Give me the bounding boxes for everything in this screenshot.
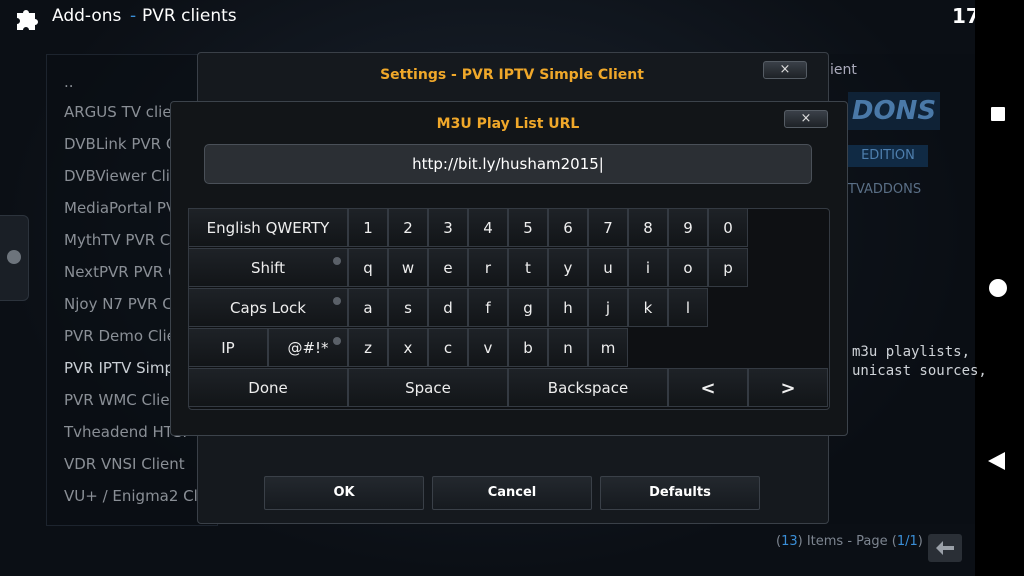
key[interactable]: h: [548, 288, 588, 327]
cursor-left-key[interactable]: <: [668, 368, 748, 407]
caps-lock-label: Caps Lock: [230, 299, 306, 317]
key[interactable]: 7: [588, 208, 628, 247]
toggle-indicator-icon: [333, 337, 341, 345]
key[interactable]: 2: [388, 208, 428, 247]
key[interactable]: o: [668, 248, 708, 287]
count-value: 13: [781, 534, 798, 549]
page-title: Add-ons: [52, 6, 122, 26]
list-item[interactable]: VDR VNSI Client: [64, 455, 204, 473]
key[interactable]: x: [388, 328, 428, 367]
defaults-button[interactable]: Defaults: [600, 476, 760, 510]
key[interactable]: a: [348, 288, 388, 327]
done-key[interactable]: Done: [188, 368, 348, 407]
info-title: ient: [830, 62, 857, 78]
key[interactable]: 3: [428, 208, 468, 247]
count-suffix: ): [917, 534, 923, 549]
addon-logo: DONS: [848, 92, 940, 130]
arrow-left-icon: [936, 541, 954, 555]
breadcrumb-separator: -: [130, 6, 137, 26]
edition-badge: EDITION: [848, 145, 928, 167]
layout-key[interactable]: English QWERTY: [188, 208, 348, 247]
item-count: (13) Items - Page (1/1): [776, 534, 923, 549]
key[interactable]: e: [428, 248, 468, 287]
settings-close-button[interactable]: ×: [763, 61, 807, 79]
tvaddons-label: TVADDONS: [848, 182, 922, 197]
key[interactable]: t: [508, 248, 548, 287]
key[interactable]: 0: [708, 208, 748, 247]
toggle-indicator-icon: [333, 257, 341, 265]
key[interactable]: z: [348, 328, 388, 367]
list-item-parent[interactable]: ..: [64, 73, 204, 91]
key[interactable]: j: [588, 288, 628, 327]
home-icon[interactable]: [989, 279, 1007, 297]
key[interactable]: n: [548, 328, 588, 367]
shift-key[interactable]: Shift: [188, 248, 348, 287]
list-item[interactable]: VU+ / Enigma2 Client: [64, 487, 204, 505]
toggle-indicator-icon: [333, 297, 341, 305]
cancel-button[interactable]: Cancel: [432, 476, 592, 510]
key[interactable]: 9: [668, 208, 708, 247]
recent-apps-icon[interactable]: [991, 107, 1005, 121]
key[interactable]: r: [468, 248, 508, 287]
symbols-label: @#!*: [287, 339, 329, 357]
settings-title: Settings - PVR IPTV Simple Client: [380, 67, 644, 83]
key[interactable]: b: [508, 328, 548, 367]
key[interactable]: i: [628, 248, 668, 287]
key[interactable]: d: [428, 288, 468, 327]
cursor-right-key[interactable]: >: [748, 368, 828, 407]
breadcrumb-section: PVR clients: [142, 6, 237, 26]
key[interactable]: w: [388, 248, 428, 287]
key[interactable]: q: [348, 248, 388, 287]
key[interactable]: 4: [468, 208, 508, 247]
chevron-right-icon: [7, 250, 21, 264]
backspace-key[interactable]: Backspace: [508, 368, 668, 407]
key[interactable]: 5: [508, 208, 548, 247]
keyboard-close-button[interactable]: ×: [784, 110, 828, 128]
key[interactable]: k: [628, 288, 668, 327]
addon-description: m3u playlists, unicast sources,: [852, 343, 987, 381]
key[interactable]: 8: [628, 208, 668, 247]
caps-lock-key[interactable]: Caps Lock: [188, 288, 348, 327]
key[interactable]: v: [468, 328, 508, 367]
count-label: ) Items - Page (: [797, 534, 897, 549]
page-value: 1/1: [896, 534, 918, 549]
ip-key[interactable]: IP: [188, 328, 268, 367]
ok-button[interactable]: OK: [264, 476, 424, 510]
key[interactable]: s: [388, 288, 428, 327]
key[interactable]: m: [588, 328, 628, 367]
key[interactable]: 6: [548, 208, 588, 247]
key[interactable]: g: [508, 288, 548, 327]
puzzle-icon: [17, 10, 38, 30]
description-line: m3u playlists,: [852, 344, 971, 360]
symbols-key[interactable]: @#!*: [268, 328, 348, 367]
url-input[interactable]: http://bit.ly/husham2015|: [204, 144, 812, 184]
space-key[interactable]: Space: [348, 368, 508, 407]
key[interactable]: y: [548, 248, 588, 287]
key[interactable]: 1: [348, 208, 388, 247]
description-line: unicast sources,: [852, 363, 987, 379]
keyboard-title: M3U Play List URL: [436, 116, 580, 132]
back-icon[interactable]: [988, 452, 1005, 470]
key[interactable]: c: [428, 328, 468, 367]
shift-label: Shift: [250, 259, 286, 277]
key[interactable]: f: [468, 288, 508, 327]
key[interactable]: p: [708, 248, 748, 287]
key[interactable]: u: [588, 248, 628, 287]
key[interactable]: l: [668, 288, 708, 327]
back-button[interactable]: [928, 534, 962, 562]
top-bar: Add-ons - PVR clients 17: [0, 0, 980, 36]
